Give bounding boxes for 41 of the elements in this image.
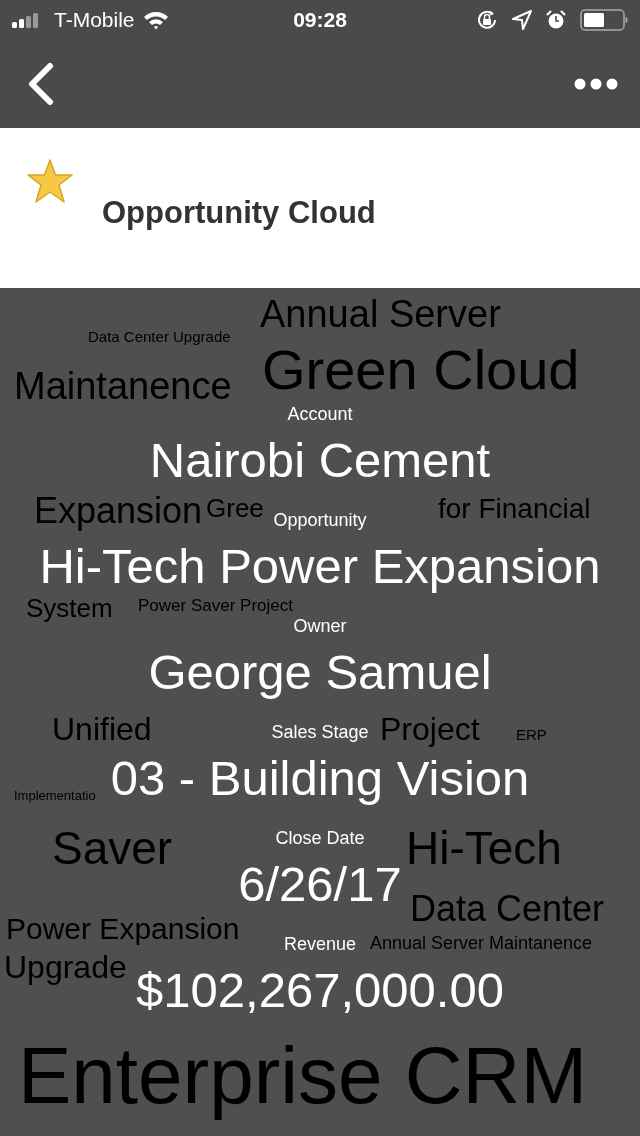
alarm-clock-icon [546,10,566,30]
cloud-word: Unified [52,710,152,748]
field-label: Sales Stage [271,722,369,742]
carrier-name: T-Mobile [54,8,135,32]
cloud-word: Gree [206,494,264,525]
cloud-word: Saver [52,822,173,876]
field-label: Revenue [283,934,356,954]
field-label: Opportunity [273,510,367,530]
cloud-word: Implementatio [14,789,96,805]
field-value: 03 - Building Vision [110,750,530,807]
cloud-word: Upgrade [4,948,127,986]
rotation-lock-icon [476,9,498,31]
star-icon[interactable] [26,158,74,204]
field-value: $102,267,000.00 [136,962,504,1019]
cloud-word: Annual Server [260,293,501,337]
cloud-word: Maintanence [14,365,232,409]
page-title: Opportunity Cloud [102,195,376,231]
field-label: Close Date [275,828,365,848]
field-label: Account [287,404,353,424]
field-label: Owner [293,616,347,636]
clock-time: 09:28 [293,8,347,32]
field-value: Nairobi Cement [149,432,491,489]
field-value: 6/26/17 [238,856,402,913]
cloud-word: Annual Server Maintanence [370,933,593,954]
cloud-word: Data Center [410,888,605,930]
cloud-word: Expansion [34,490,203,532]
wifi-icon [142,10,169,30]
cloud-word: Data Center Upgrade [88,328,231,346]
location-arrow-icon [512,10,532,30]
cloud-word: Green Cloud [262,338,580,403]
battery-icon [580,9,628,31]
cloud-word: Hi-Tech [406,822,562,876]
cloud-word: ERP [516,726,547,744]
cloud-word: for Financial [438,493,591,526]
field-value: Hi-Tech Power Expansion [39,538,601,595]
cloud-word: System [26,594,113,625]
cloud-word: Enterprise CRM [18,1030,588,1122]
cloud-word: Power Saver Project [138,595,293,616]
cloud-word: Power Expansion [6,912,240,947]
field-value: George Samuel [148,644,492,701]
cloud-word: Project [380,710,480,748]
